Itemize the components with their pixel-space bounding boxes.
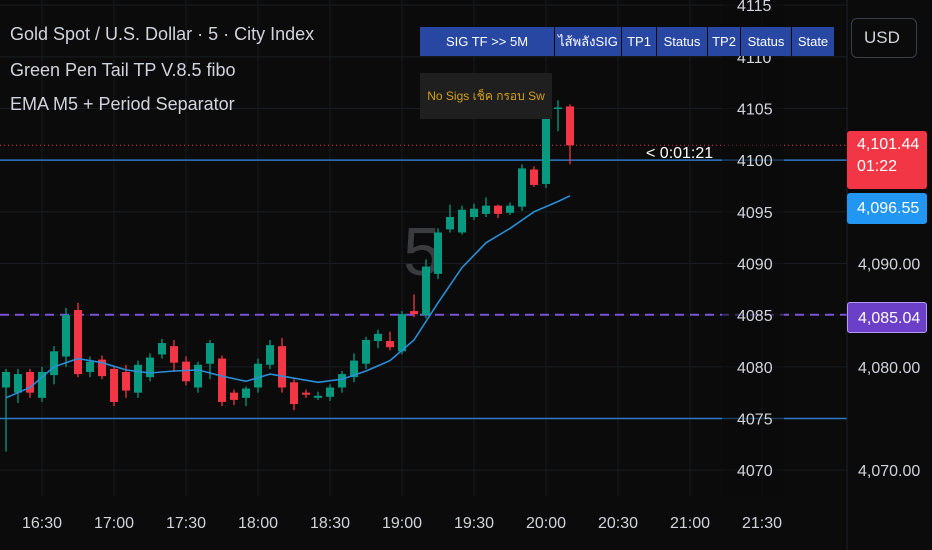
countdown-label: < 0:01:21	[646, 145, 713, 162]
symbol-title: Gold Spot / U.S. Dollar · 5 · City Index	[10, 24, 315, 44]
time-axis-tick-label: 20:30	[598, 515, 638, 532]
candle-body	[266, 345, 274, 365]
inner-axis-tick-label: 4090	[737, 257, 773, 274]
indicator-label-2: EMA M5 + Period Separator	[10, 94, 235, 114]
candle-body	[50, 351, 58, 376]
candle-body	[134, 364, 142, 393]
candle-body	[470, 208, 478, 217]
inner-axis-tick-label: 4070	[737, 463, 773, 480]
candle-body	[122, 372, 130, 391]
outer-axis-tick-label: 4,070.00	[858, 463, 920, 480]
candle-body	[290, 382, 298, 405]
candle-body	[86, 361, 94, 372]
candle-body	[74, 310, 82, 375]
inner-axis-tick-label: 4115	[737, 0, 772, 15]
candle-body	[302, 392, 310, 395]
candle	[146, 353, 154, 382]
candle-body	[422, 266, 430, 316]
inner-axis-tick-label: 4105	[737, 102, 773, 119]
candle-body	[506, 205, 514, 213]
candle-body	[206, 343, 214, 364]
candle-body	[434, 232, 442, 274]
inner-axis-tick-label: 4100	[737, 153, 773, 170]
candle-body	[566, 106, 574, 146]
time-axis-tick-label: 17:00	[94, 515, 134, 532]
candle-body	[554, 107, 562, 109]
candle-body	[278, 346, 286, 388]
inner-price-axis: 4070407540804085409040954100410541104115	[722, 0, 784, 496]
bar-timer: 01:22	[857, 158, 898, 175]
candle-body	[518, 168, 526, 207]
candle-body	[374, 333, 382, 341]
status-cell-2: Status	[741, 27, 792, 56]
candle-body	[398, 314, 406, 352]
inner-axis-tick-label: 4095	[737, 205, 773, 222]
candle	[134, 360, 142, 398]
candle	[518, 164, 526, 211]
candle-body	[38, 372, 46, 398]
candle	[458, 205, 466, 235]
candle-body	[458, 209, 466, 233]
candle-body	[482, 205, 490, 214]
sig-power-cell: ไส้พลังSIG	[555, 27, 622, 56]
candle-body	[314, 395, 322, 398]
candle-body	[158, 343, 166, 355]
indicator-label-1: Green Pen Tail TP V.8.5 fibo	[10, 60, 236, 80]
outer-axis-tick-label: 4,090.00	[858, 257, 920, 274]
candle	[434, 228, 442, 279]
dashed-price-tag: 4,085.04	[847, 302, 927, 333]
candle-body	[254, 363, 262, 388]
time-axis-tick-label: 16:30	[22, 515, 62, 532]
candle-body	[494, 205, 502, 214]
ema-price-tag: 4,096.55	[847, 193, 927, 224]
candle-body	[62, 315, 70, 357]
candle	[422, 259, 430, 319]
candle-body	[338, 374, 346, 388]
candle	[530, 166, 538, 188]
time-axis-tick-label: 21:00	[670, 515, 710, 532]
candle-body	[146, 357, 154, 378]
time-axis-tick-label: 18:00	[238, 515, 278, 532]
candle-body	[446, 217, 454, 230]
outer-axis-tick-label: 4,080.00	[858, 360, 920, 377]
candle-body	[14, 374, 22, 393]
candle-body	[386, 341, 394, 348]
inner-axis-tick-label: 4075	[737, 412, 773, 429]
candle-body	[362, 339, 370, 364]
currency-button[interactable]: USD	[851, 18, 917, 58]
candle	[218, 355, 226, 407]
candle-body	[182, 361, 190, 382]
candle-body	[218, 358, 226, 402]
last-price-value: 4,101.44	[857, 136, 920, 153]
signal-note: No Sigs เช็ค กรอบ Sw	[420, 73, 552, 119]
candle-body	[410, 311, 418, 315]
time-axis-tick-label: 21:30	[742, 515, 782, 532]
candle	[74, 302, 82, 378]
last-price-tag: 4,101.44 01:22	[847, 131, 927, 189]
signal-table: SIG TF >> 5M ไส้พลังSIG TP1 Status TP2 S…	[420, 27, 835, 56]
candle-body	[170, 346, 178, 363]
state-cell: State	[792, 27, 835, 56]
time-axis-tick-label: 20:00	[526, 515, 566, 532]
candle	[38, 366, 46, 402]
time-axis-tick-label: 17:30	[166, 515, 206, 532]
candle-body	[194, 364, 202, 388]
time-axis-tick-label: 18:30	[310, 515, 350, 532]
candle-body	[110, 368, 118, 402]
time-axis-tick-label: 19:00	[382, 515, 422, 532]
inner-axis-tick-label: 4080	[737, 360, 773, 377]
time-axis-tick-label: 19:30	[454, 515, 494, 532]
status-cell-1: Status	[657, 27, 708, 56]
candle-body	[530, 169, 538, 185]
candle-body	[230, 392, 238, 400]
tp1-cell: TP1	[622, 27, 657, 56]
tp2-cell: TP2	[708, 27, 741, 56]
candle-body	[242, 388, 250, 398]
candle	[110, 366, 118, 407]
inner-axis-tick-label: 4085	[737, 308, 773, 325]
candle-body	[326, 387, 334, 397]
candle-body	[2, 372, 10, 388]
sig-tf-cell: SIG TF >> 5M	[420, 27, 555, 56]
